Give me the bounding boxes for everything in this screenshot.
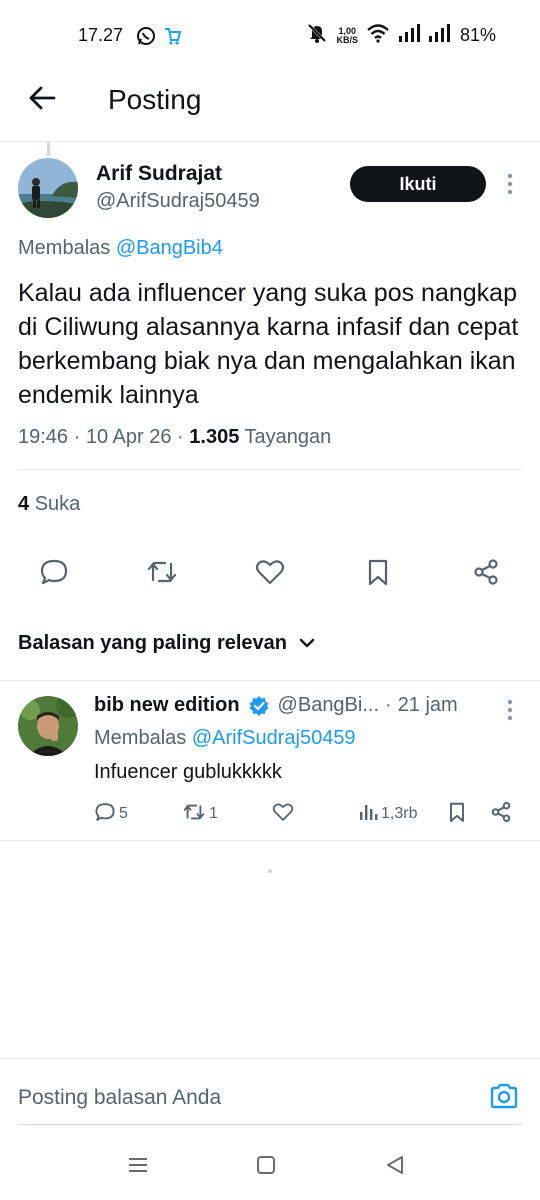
- author-handle[interactable]: @ArifSudraj50459: [96, 190, 260, 213]
- repost-count: 1: [209, 805, 218, 822]
- verified-badge-icon: [248, 695, 270, 717]
- author-name[interactable]: Arif Sudrajat: [96, 162, 222, 186]
- signal-icon: [428, 24, 450, 47]
- signal-icon: [398, 24, 420, 47]
- camera-icon: [489, 1082, 519, 1115]
- status-bar: 17.27 1,00 KB/S 81%: [0, 0, 540, 72]
- reply-share-button[interactable]: [490, 800, 512, 828]
- recent-apps-button[interactable]: [123, 1152, 153, 1182]
- mute-icon: [306, 22, 328, 49]
- divider: [0, 680, 540, 681]
- share-button[interactable]: [464, 552, 508, 596]
- whatsapp-icon: [136, 26, 156, 51]
- likes-count: 4: [18, 493, 30, 515]
- repost-icon: [146, 558, 178, 591]
- status-time: 17.27: [78, 25, 124, 45]
- menu-icon: [127, 1156, 149, 1179]
- post-text: Kalau ada influencer yang suka pos nangk…: [18, 279, 519, 409]
- shopping-bag-icon: [163, 26, 182, 51]
- reply-sort-dropdown[interactable]: Balasan yang paling relevan: [18, 632, 315, 655]
- analytics-icon: [358, 802, 378, 827]
- repost-button[interactable]: [140, 552, 184, 596]
- avatar[interactable]: [18, 158, 78, 218]
- triangle-back-icon: [385, 1155, 405, 1180]
- separator-dot: ·: [177, 426, 184, 448]
- post-meta: 19:46 · 10 Apr 26 · 1.305 Tayangan: [18, 426, 331, 449]
- share-icon: [490, 801, 512, 828]
- more-vertical-icon[interactable]: [500, 172, 520, 196]
- views-label: Tayangan: [244, 426, 332, 448]
- replying-prefix: Membalas: [18, 237, 111, 259]
- avatar[interactable]: [18, 696, 78, 756]
- divider: [18, 1124, 522, 1125]
- page-title: Posting: [108, 84, 202, 115]
- reply-text: Infuencer gublukkkkk: [94, 761, 282, 783]
- reply-time[interactable]: 21 jam: [398, 694, 458, 717]
- comment-icon: [94, 802, 116, 827]
- arrow-left-icon: [28, 86, 56, 115]
- views-count: 1,3rb: [381, 805, 418, 822]
- home-button[interactable]: [251, 1152, 281, 1182]
- loading-indicator: [268, 869, 272, 873]
- replying-prefix: Membalas: [94, 727, 187, 749]
- mention-link[interactable]: @ArifSudraj50459: [192, 727, 356, 749]
- mention-link[interactable]: @BangBib4: [116, 237, 223, 259]
- thread-line: [47, 142, 50, 156]
- reply-views-button[interactable]: 1,3rb: [358, 800, 417, 828]
- reply-comment-button[interactable]: 5: [94, 800, 128, 828]
- reply-repost-button[interactable]: 1: [182, 800, 218, 828]
- views-count: 1.305: [189, 426, 240, 448]
- reply-author-name[interactable]: bib new edition: [94, 694, 240, 717]
- divider: [0, 1058, 540, 1059]
- reply-button[interactable]: [32, 552, 76, 596]
- bookmark-icon: [448, 801, 466, 828]
- heart-icon: [255, 558, 285, 591]
- reply-input[interactable]: [18, 1080, 478, 1116]
- sort-label: Balasan yang paling relevan: [18, 632, 287, 654]
- wifi-icon: [366, 23, 390, 48]
- comment-icon: [39, 558, 69, 591]
- camera-button[interactable]: [486, 1080, 522, 1116]
- separator-dot: ·: [385, 694, 392, 716]
- likes-label: Suka: [34, 493, 81, 515]
- follow-button[interactable]: Ikuti: [350, 166, 486, 202]
- post-date[interactable]: 10 Apr 26: [86, 426, 172, 448]
- repost-icon: [182, 802, 206, 827]
- reply-like-button[interactable]: [272, 800, 294, 828]
- post-action-bar: [0, 552, 540, 596]
- battery-level: 81%: [459, 25, 496, 45]
- heart-icon: [272, 802, 294, 827]
- post-time[interactable]: 19:46: [18, 426, 68, 448]
- divider: [0, 141, 540, 142]
- like-button[interactable]: [248, 552, 292, 596]
- system-back-button[interactable]: [380, 1152, 410, 1182]
- reply-author-handle[interactable]: @BangBi...: [278, 694, 379, 717]
- bookmark-icon: [366, 558, 390, 591]
- share-icon: [472, 558, 500, 591]
- divider: [18, 469, 522, 470]
- replying-to: Membalas @ArifSudraj50459: [94, 727, 356, 750]
- chevron-down-icon: [299, 632, 315, 655]
- bookmark-button[interactable]: [356, 552, 400, 596]
- more-vertical-icon[interactable]: [500, 698, 520, 722]
- reply-bookmark-button[interactable]: [448, 800, 466, 828]
- replying-to: Membalas @BangBib4: [18, 237, 223, 260]
- status-indicators: 1,00 KB/S 81%: [306, 22, 496, 49]
- reply-action-bar: 5 1 1,3rb: [94, 800, 524, 828]
- separator-dot: ·: [73, 426, 81, 448]
- network-speed: 1,00 KB/S: [336, 25, 358, 45]
- divider: [0, 840, 540, 841]
- square-icon: [256, 1155, 276, 1180]
- back-button[interactable]: [26, 84, 58, 116]
- likes-stat[interactable]: 4 Suka: [18, 493, 80, 516]
- comment-count: 5: [119, 805, 128, 822]
- reply-header: bib new edition @BangBi... · 21 jam: [94, 694, 458, 717]
